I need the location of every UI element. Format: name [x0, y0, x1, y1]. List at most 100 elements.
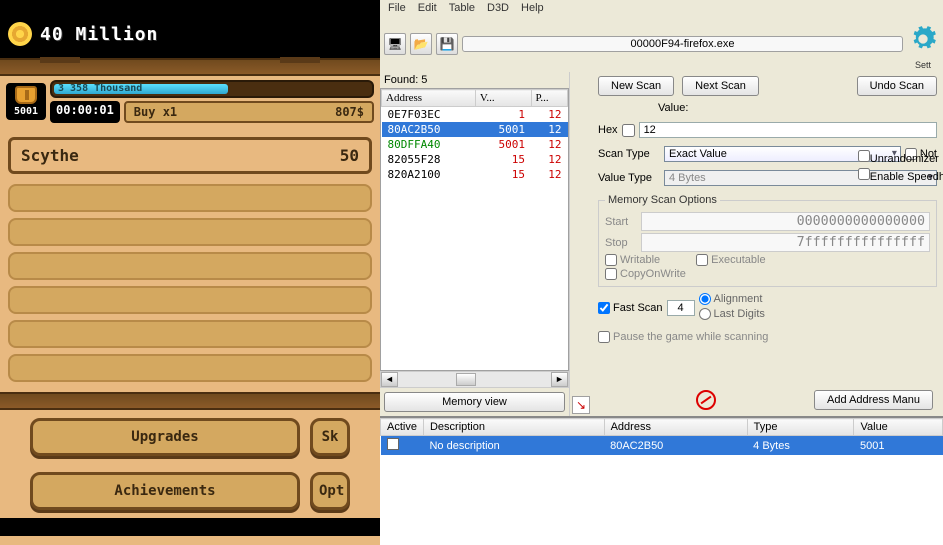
table-row[interactable]: 0E7F03EC112: [382, 107, 568, 123]
add-address-button[interactable]: Add Address Manu: [814, 390, 933, 410]
scythe-icon: [15, 86, 37, 104]
empty-slots: [0, 180, 380, 386]
divider-strip: [0, 392, 380, 410]
scantype-label: Scan Type: [598, 148, 660, 160]
lastdigits-radio[interactable]: [699, 308, 711, 320]
game-panel: 40 Million 5001 3 358 Thousand 00:00:01 …: [0, 0, 380, 545]
options-button[interactable]: Opt: [310, 472, 350, 510]
open-folder-icon[interactable]: 📂: [410, 33, 432, 55]
add-to-list-icon[interactable]: ↘: [572, 396, 590, 414]
save-icon[interactable]: 💾: [436, 33, 458, 55]
writable-checkbox[interactable]: [605, 254, 617, 266]
skills-button[interactable]: Sk: [310, 418, 350, 456]
pause-checkbox[interactable]: [598, 331, 610, 343]
coin-count: 5001: [10, 106, 42, 117]
divider-strip: [0, 58, 380, 76]
menu-bar: File Edit Table D3D Help: [380, 0, 943, 16]
slot: [8, 184, 372, 212]
value-input[interactable]: [639, 122, 937, 138]
game-footer: [0, 518, 380, 536]
scroll-left-icon: ◄: [381, 372, 398, 387]
hex-label: Hex: [598, 124, 618, 136]
slot: [8, 354, 372, 382]
table-row[interactable]: 820A21001512: [382, 167, 568, 182]
swirl-icon: [8, 22, 32, 46]
achievements-button[interactable]: Achievements: [30, 472, 300, 510]
hex-checkbox[interactable]: [622, 124, 635, 137]
new-scan-button[interactable]: New Scan: [598, 76, 674, 96]
scroll-right-icon: ►: [551, 372, 568, 387]
scroll-thumb: [456, 373, 476, 386]
slot: [8, 218, 372, 246]
executable-checkbox[interactable]: [696, 254, 708, 266]
h-scrollbar[interactable]: ◄ ►: [380, 371, 569, 388]
memopts-legend: Memory Scan Options: [605, 194, 720, 206]
table-row[interactable]: 80DFFA40500112: [382, 137, 568, 152]
game-title: 40 Million: [40, 24, 158, 45]
value-label: Value:: [658, 102, 688, 114]
memory-view-button[interactable]: Memory view: [384, 392, 565, 412]
copyonwrite-checkbox[interactable]: [605, 268, 617, 280]
item-value: 50: [340, 146, 359, 165]
active-checkbox[interactable]: [387, 438, 399, 450]
valuetype-label: Value Type: [598, 172, 660, 184]
buy-button[interactable]: Buy x1 807$: [124, 101, 374, 123]
col-prev[interactable]: P...: [531, 90, 567, 107]
table-row[interactable]: No description 80AC2B50 4 Bytes 5001: [381, 436, 943, 456]
cheat-table[interactable]: Active Description Address Type Value No…: [380, 416, 943, 545]
timer: 00:00:01: [50, 101, 120, 123]
start-label: Start: [605, 216, 635, 228]
right-options: Unrandomizer Enable Speedh: [858, 147, 943, 186]
stop-icon[interactable]: [696, 390, 716, 410]
game-header-strip: [0, 0, 380, 10]
fastscan-input[interactable]: [667, 300, 695, 316]
col-active[interactable]: Active: [381, 419, 424, 436]
coin-box: 5001: [6, 83, 46, 120]
item-name: Scythe: [21, 146, 79, 165]
col-value[interactable]: Value: [854, 419, 943, 436]
game-title-bar: 40 Million: [0, 10, 380, 58]
alignment-radio[interactable]: [699, 293, 711, 305]
slot: [8, 320, 372, 348]
menu-edit[interactable]: Edit: [418, 2, 437, 14]
stats-row: 5001 3 358 Thousand 00:00:01 Buy x1 807$: [0, 76, 380, 127]
buy-label: Buy x1: [134, 105, 177, 119]
memory-scan-options: Memory Scan Options Start Stop Writable …: [598, 194, 937, 287]
stop-label: Stop: [605, 237, 635, 249]
process-name[interactable]: 00000F94-firefox.exe: [462, 36, 903, 52]
toolbar: 🖥 📂 💾 00000F94-firefox.exe Sett: [380, 16, 943, 72]
next-scan-button[interactable]: Next Scan: [682, 76, 759, 96]
item-row-scythe[interactable]: Scythe 50: [8, 137, 372, 174]
buy-cost: 807$: [335, 105, 364, 119]
col-desc[interactable]: Description: [423, 419, 604, 436]
col-value[interactable]: V...: [475, 90, 531, 107]
found-label: Found: 5: [380, 72, 569, 88]
menu-table[interactable]: Table: [449, 2, 475, 14]
stop-input[interactable]: [641, 233, 930, 252]
col-addr[interactable]: Address: [604, 419, 747, 436]
unrandomizer-checkbox[interactable]: [858, 150, 870, 162]
start-input[interactable]: [641, 212, 930, 231]
menu-file[interactable]: File: [388, 2, 406, 14]
cheat-engine-panel: File Edit Table D3D Help 🖥 📂 💾 00000F94-…: [380, 0, 943, 545]
progress-bar: 3 358 Thousand: [50, 80, 374, 98]
fastscan-checkbox[interactable]: [598, 302, 610, 314]
slot: [8, 286, 372, 314]
col-type[interactable]: Type: [747, 419, 854, 436]
process-picker-icon[interactable]: 🖥: [384, 33, 406, 55]
table-row[interactable]: 82055F281512: [382, 152, 568, 167]
settings-label: Sett: [907, 60, 939, 70]
scan-pane: New Scan Next Scan Undo Scan Value: Hex …: [592, 72, 943, 416]
address-table[interactable]: Address V... P... 0E7F03EC112 80AC2B5050…: [380, 88, 569, 371]
table-row[interactable]: 80AC2B50500112: [382, 122, 568, 137]
undo-scan-button[interactable]: Undo Scan: [857, 76, 937, 96]
menu-help[interactable]: Help: [521, 2, 544, 14]
menu-d3d[interactable]: D3D: [487, 2, 509, 14]
address-pane: Found: 5 Address V... P... 0E7F03EC112 8…: [380, 72, 570, 416]
progress-label: 3 358 Thousand: [58, 83, 142, 94]
col-address[interactable]: Address: [382, 90, 476, 107]
slot: [8, 252, 372, 280]
speedhack-checkbox[interactable]: [858, 168, 870, 180]
gear-icon[interactable]: [907, 18, 939, 60]
upgrades-button[interactable]: Upgrades: [30, 418, 300, 456]
